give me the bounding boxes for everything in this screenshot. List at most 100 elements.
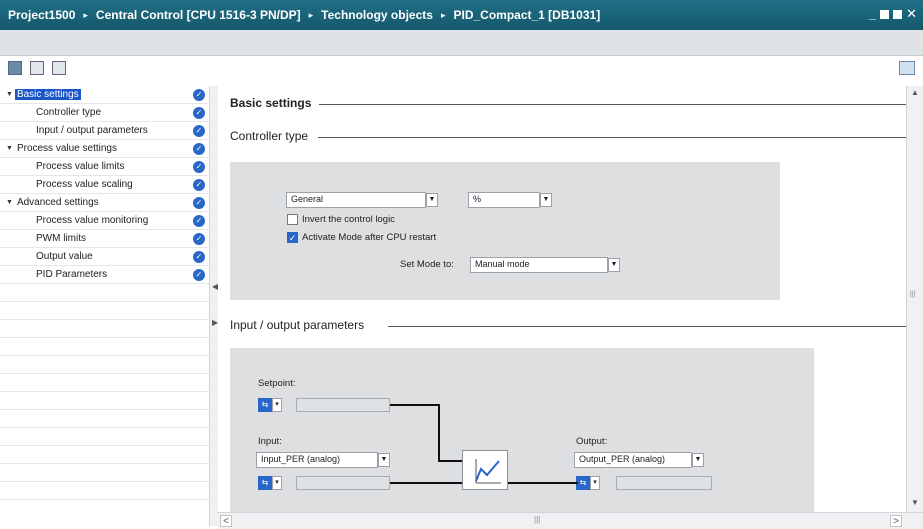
controller-type-panel: General ▼ % ▼ Invert the control logic ✓… xyxy=(230,162,780,300)
close-button[interactable]: ✕ xyxy=(906,7,917,21)
nav-item[interactable]: ▼ Basic settings ✓ xyxy=(0,86,209,104)
input-wire xyxy=(390,482,462,484)
input-field[interactable] xyxy=(296,476,390,490)
breadcrumb-pid-compact[interactable]: PID_Compact_1 [DB1031] xyxy=(453,8,600,22)
horizontal-scrollbar[interactable]: < ||| > xyxy=(218,512,923,529)
output-label: Output: xyxy=(576,436,608,447)
vertical-scrollbar[interactable]: ▲ ||| ▼ xyxy=(906,86,923,512)
complete-check-icon: ✓ xyxy=(193,125,205,137)
scroll-left-icon[interactable]: < xyxy=(220,515,232,527)
setpoint-connector[interactable]: ⇆ ▾ xyxy=(258,398,284,412)
complete-check-icon: ✓ xyxy=(193,179,205,191)
nav-item[interactable]: PWM limits ✓ xyxy=(0,230,209,248)
restore-button[interactable] xyxy=(880,9,890,19)
complete-check-icon: ✓ xyxy=(193,161,205,173)
output-field[interactable] xyxy=(616,476,712,490)
complete-check-icon: ✓ xyxy=(193,89,205,101)
nav-empty-row xyxy=(0,302,209,320)
activate-mode-checkbox[interactable]: ✓ xyxy=(287,232,298,243)
input-connector[interactable]: ⇆ ▾ xyxy=(258,476,284,490)
complete-check-icon: ✓ xyxy=(193,251,205,263)
set-mode-dropdown[interactable]: Manual mode xyxy=(470,257,608,273)
toolbar-strip xyxy=(0,30,923,56)
chevron-down-icon[interactable]: ▼ xyxy=(608,258,620,272)
complete-check-icon: ✓ xyxy=(193,215,205,227)
interconnect-icon[interactable]: ⇆ xyxy=(576,476,590,490)
nav-empty-row xyxy=(0,482,209,500)
chevron-down-icon[interactable]: ▼ xyxy=(540,193,552,207)
complete-check-icon: ✓ xyxy=(193,197,205,209)
splitter[interactable]: ◀ ▶ xyxy=(210,86,218,526)
expand-icon[interactable]: ▼ xyxy=(6,199,13,206)
layout-icon[interactable] xyxy=(899,61,915,75)
nav-item-label: Basic settings xyxy=(14,89,81,100)
setpoint-label: Setpoint: xyxy=(258,378,296,389)
invert-control-logic-checkbox[interactable] xyxy=(287,214,298,225)
interconnect-icon[interactable]: ⇆ xyxy=(258,476,272,490)
scroll-right-icon[interactable]: > xyxy=(890,515,902,527)
nav-item[interactable]: ▼ Advanced settings ✓ xyxy=(0,194,209,212)
nav-item[interactable]: ▼ Process value settings ✓ xyxy=(0,140,209,158)
section-divider xyxy=(318,137,906,138)
breadcrumb-project[interactable]: Project1500 xyxy=(8,8,75,22)
scroll-up-icon[interactable]: ▲ xyxy=(910,88,920,98)
setpoint-wire xyxy=(390,404,440,406)
controller-type-dropdown[interactable]: General xyxy=(286,192,426,208)
activate-mode-label: Activate Mode after CPU restart xyxy=(302,232,437,243)
breadcrumb-technology-objects[interactable]: Technology objects xyxy=(321,8,433,22)
function-view-icon[interactable] xyxy=(8,61,22,75)
output-wire xyxy=(508,482,578,484)
controller-type-title: Controller type xyxy=(230,129,317,143)
nav-item[interactable]: PID Parameters ✓ xyxy=(0,266,209,284)
maximize-button[interactable] xyxy=(893,9,903,19)
minimize-button[interactable]: _ xyxy=(869,7,876,21)
nav-item[interactable]: Input / output parameters ✓ xyxy=(0,122,209,140)
nav-item[interactable]: Process value scaling ✓ xyxy=(0,176,209,194)
nav-empty-row xyxy=(0,446,209,464)
chevron-down-icon[interactable]: ▼ xyxy=(378,453,390,467)
nav-item-label: Process value limits xyxy=(36,161,125,172)
parameter-view-icon[interactable] xyxy=(30,61,44,75)
nav-item[interactable]: Process value limits ✓ xyxy=(0,158,209,176)
window-controls: _ ✕ xyxy=(869,7,917,21)
invert-control-logic-label: Invert the control logic xyxy=(302,214,395,225)
nav-item[interactable]: Output value ✓ xyxy=(0,248,209,266)
complete-check-icon: ✓ xyxy=(193,107,205,119)
unit-dropdown[interactable]: % xyxy=(468,192,540,208)
scroll-thumb[interactable]: ||| xyxy=(534,515,540,524)
scroll-down-icon[interactable]: ▼ xyxy=(910,498,920,508)
chevron-down-icon[interactable]: ▼ xyxy=(692,453,704,467)
expand-icon[interactable]: ▼ xyxy=(6,145,13,152)
io-parameters-panel: Setpoint: ⇆ ▾ Input: Input_PER (analog) … xyxy=(230,348,814,512)
input-dropdown[interactable]: Input_PER (analog) xyxy=(256,452,378,468)
chevron-down-icon[interactable]: ▾ xyxy=(272,398,282,412)
input-label: Input: xyxy=(258,436,282,447)
expand-icon[interactable]: ▼ xyxy=(6,91,13,98)
title-bar: Project1500 ▸ Central Control [CPU 1516-… xyxy=(0,0,923,30)
output-dropdown[interactable]: Output_PER (analog) xyxy=(574,452,692,468)
scroll-thumb[interactable]: ||| xyxy=(910,291,920,299)
setpoint-wire xyxy=(438,404,440,462)
chevron-down-icon[interactable]: ▾ xyxy=(590,476,600,490)
nav-item-label: PID Parameters xyxy=(36,269,108,280)
chevron-down-icon[interactable]: ▼ xyxy=(426,193,438,207)
nav-empty-row xyxy=(0,464,209,482)
section-divider xyxy=(388,326,906,327)
nav-empty-row xyxy=(0,356,209,374)
complete-check-icon: ✓ xyxy=(193,233,205,245)
nav-empty-row xyxy=(0,410,209,428)
setpoint-field[interactable] xyxy=(296,398,390,412)
copy-icon[interactable] xyxy=(52,61,66,75)
nav-item-label: Advanced settings xyxy=(16,197,99,208)
nav-item-label: Output value xyxy=(36,251,93,262)
complete-check-icon: ✓ xyxy=(193,269,205,281)
interconnect-icon[interactable]: ⇆ xyxy=(258,398,272,412)
nav-item[interactable]: Process value monitoring ✓ xyxy=(0,212,209,230)
nav-item[interactable]: Controller type ✓ xyxy=(0,104,209,122)
pid-controller-block[interactable] xyxy=(462,450,508,490)
nav-empty-row xyxy=(0,284,209,302)
nav-empty-row xyxy=(0,320,209,338)
breadcrumb-device[interactable]: Central Control [CPU 1516-3 PN/DP] xyxy=(96,8,301,22)
chevron-down-icon[interactable]: ▾ xyxy=(272,476,282,490)
output-connector[interactable]: ⇆ ▾ xyxy=(576,476,602,490)
